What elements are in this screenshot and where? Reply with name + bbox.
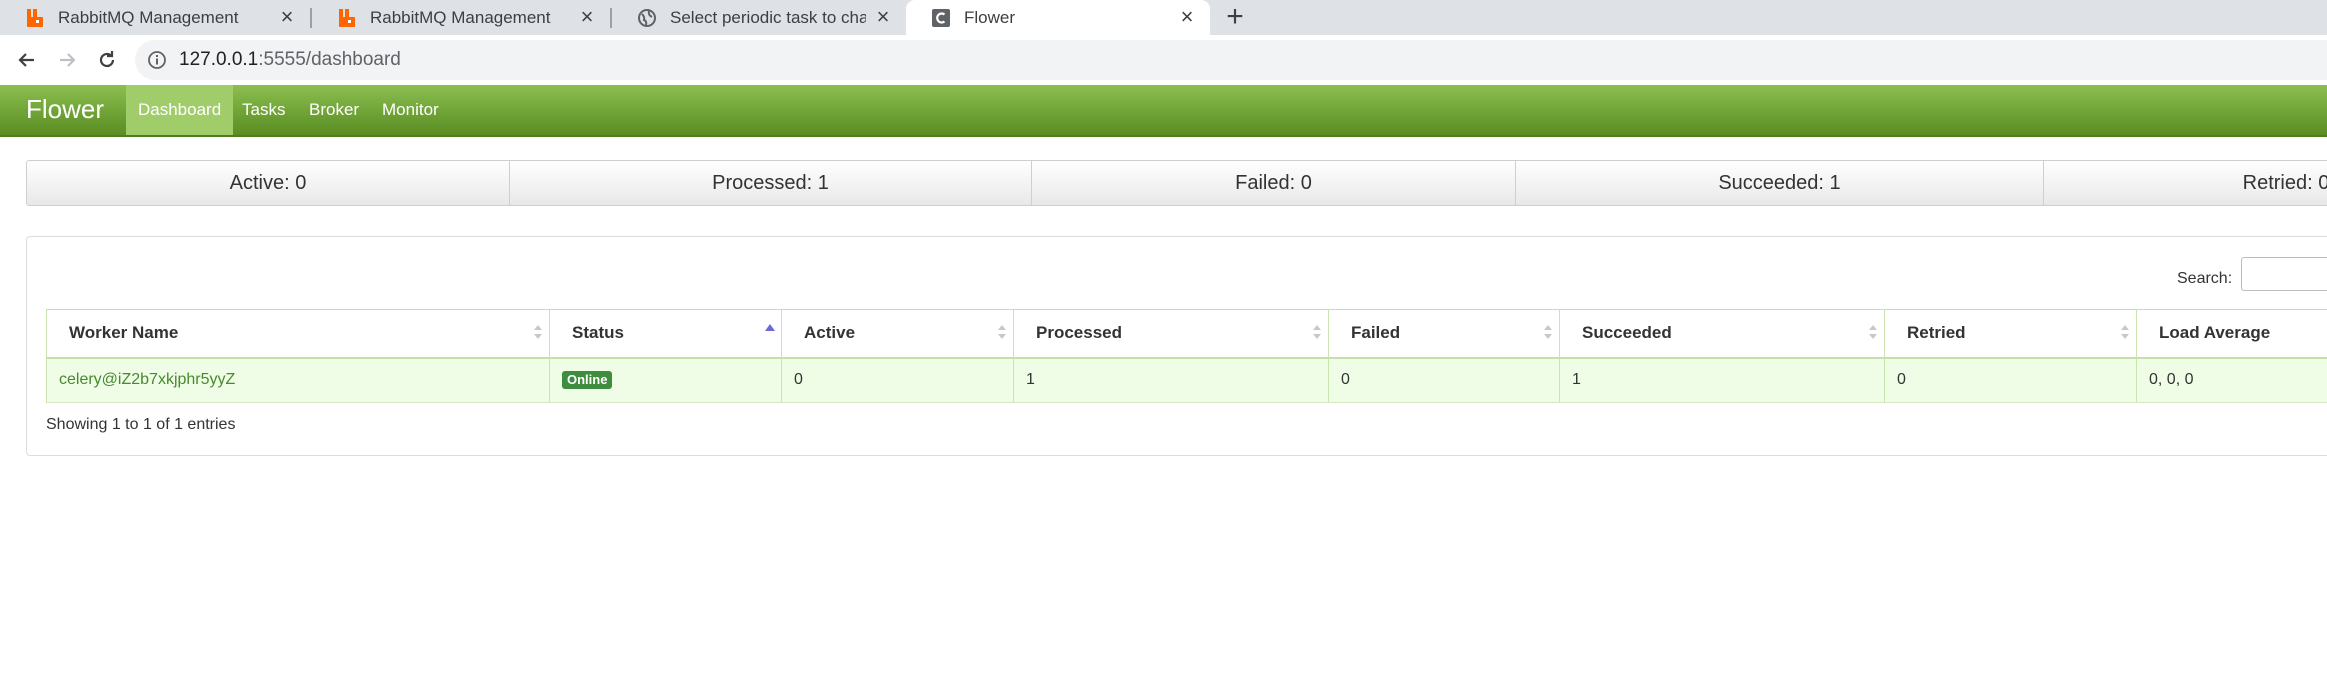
globe-icon bbox=[636, 7, 658, 29]
nav-dashboard[interactable]: Dashboard bbox=[126, 85, 234, 135]
column-header-succeeded[interactable]: Succeeded bbox=[1559, 310, 1884, 357]
column-label: Succeeded bbox=[1582, 323, 1672, 342]
new-tab-button[interactable]: + bbox=[1221, 2, 1249, 32]
succeeded-cell: 1 bbox=[1559, 359, 1884, 402]
failed-cell: 0 bbox=[1328, 359, 1559, 402]
back-button[interactable] bbox=[12, 45, 42, 75]
rabbitmq-icon bbox=[24, 7, 46, 29]
worker-name-link[interactable]: celery@iZ2b7xkjphr5yyZ bbox=[46, 359, 549, 402]
nav-broker[interactable]: Broker bbox=[297, 85, 371, 135]
close-tab-icon[interactable]: × bbox=[576, 6, 598, 29]
active-cell: 0 bbox=[781, 359, 1013, 402]
stat-processed[interactable]: Processed: 1 bbox=[510, 161, 1032, 205]
sort-both-icon bbox=[1544, 325, 1552, 339]
processed-cell: 1 bbox=[1013, 359, 1328, 402]
arrow-left-icon bbox=[18, 53, 34, 67]
table-header-row: Worker Name Status Active Processed Fail… bbox=[46, 309, 2327, 359]
status-badge: Online bbox=[562, 370, 613, 389]
column-label: Status bbox=[572, 323, 624, 342]
browser-tab-rabbitmq-1[interactable]: RabbitMQ Management × bbox=[0, 0, 310, 35]
nav-monitor[interactable]: Monitor bbox=[370, 85, 451, 135]
column-label: Worker Name bbox=[69, 323, 179, 342]
column-label: Retried bbox=[1907, 323, 1966, 342]
arrow-right-icon bbox=[60, 53, 76, 67]
browser-tab-strip: RabbitMQ Management × RabbitMQ Managemen… bbox=[0, 0, 2327, 35]
search-label: Search: bbox=[2177, 270, 2233, 287]
sort-both-icon bbox=[1313, 325, 1321, 339]
stat-succeeded[interactable]: Succeeded: 1 bbox=[1516, 161, 2044, 205]
column-header-retried[interactable]: Retried bbox=[1884, 310, 2136, 357]
flower-navbar: Flower Dashboard Tasks Broker Monitor bbox=[0, 85, 2327, 137]
celery-c-icon bbox=[930, 7, 952, 29]
brand-logo[interactable]: Flower bbox=[26, 94, 104, 125]
column-header-processed[interactable]: Processed bbox=[1013, 310, 1328, 357]
table-row: celery@iZ2b7xkjphr5yyZ Online 0 1 0 1 0 … bbox=[46, 359, 2327, 403]
stat-retried[interactable]: Retried: 0 bbox=[2044, 161, 2327, 205]
tab-title: Select periodic task to change bbox=[670, 7, 866, 27]
stat-failed[interactable]: Failed: 0 bbox=[1032, 161, 1516, 205]
url-text: 127.0.0.1:5555/dashboard bbox=[179, 49, 401, 71]
summary-stats-bar: Active: 0 Processed: 1 Failed: 0 Succeed… bbox=[26, 160, 2327, 206]
sort-both-icon bbox=[534, 325, 542, 339]
column-label: Processed bbox=[1036, 323, 1122, 342]
address-bar[interactable]: 127.0.0.1:5555/dashboard bbox=[135, 40, 2327, 80]
info-icon[interactable] bbox=[147, 50, 167, 70]
url-host: 127.0.0.1 bbox=[179, 49, 259, 70]
browser-tab-flower[interactable]: Flower × bbox=[906, 0, 1210, 35]
close-tab-icon[interactable]: × bbox=[872, 6, 894, 29]
retried-cell: 0 bbox=[1884, 359, 2136, 402]
sort-both-icon bbox=[998, 325, 1006, 339]
status-cell: Online bbox=[549, 359, 781, 402]
sort-both-icon bbox=[2121, 325, 2129, 339]
tab-title: RabbitMQ Management bbox=[370, 7, 551, 27]
browser-tab-periodic-task[interactable]: Select periodic task to change × bbox=[612, 0, 906, 35]
forward-button[interactable] bbox=[52, 45, 82, 75]
column-label: Load Average bbox=[2159, 323, 2271, 342]
column-header-status[interactable]: Status bbox=[549, 310, 781, 357]
sort-both-icon bbox=[1869, 325, 1877, 339]
tab-title: RabbitMQ Management bbox=[58, 7, 239, 27]
rabbitmq-icon bbox=[336, 7, 358, 29]
browser-toolbar: 127.0.0.1:5555/dashboard bbox=[0, 35, 2327, 86]
column-header-load-average[interactable]: Load Average bbox=[2136, 310, 2327, 357]
workers-table: Worker Name Status Active Processed Fail… bbox=[46, 309, 2327, 403]
search-input[interactable] bbox=[2241, 257, 2327, 291]
nav-tasks[interactable]: Tasks bbox=[230, 85, 297, 135]
close-tab-icon[interactable]: × bbox=[276, 6, 298, 29]
browser-tab-rabbitmq-2[interactable]: RabbitMQ Management × bbox=[312, 0, 610, 35]
tab-title: Flower bbox=[964, 7, 1016, 27]
column-header-active[interactable]: Active bbox=[781, 310, 1013, 357]
url-path: :5555/dashboard bbox=[258, 49, 401, 70]
column-header-failed[interactable]: Failed bbox=[1328, 310, 1559, 357]
load-average-cell: 0, 0, 0 bbox=[2136, 359, 2327, 402]
sort-ascending-icon bbox=[765, 324, 775, 331]
column-header-worker-name[interactable]: Worker Name bbox=[46, 310, 549, 357]
table-info: Showing 1 to 1 of 1 entries bbox=[46, 416, 236, 433]
close-tab-icon[interactable]: × bbox=[1176, 6, 1198, 29]
reload-button[interactable] bbox=[92, 45, 122, 75]
column-label: Failed bbox=[1351, 323, 1401, 342]
stat-active[interactable]: Active: 0 bbox=[27, 161, 510, 205]
reload-icon bbox=[99, 51, 115, 68]
column-label: Active bbox=[804, 323, 856, 342]
